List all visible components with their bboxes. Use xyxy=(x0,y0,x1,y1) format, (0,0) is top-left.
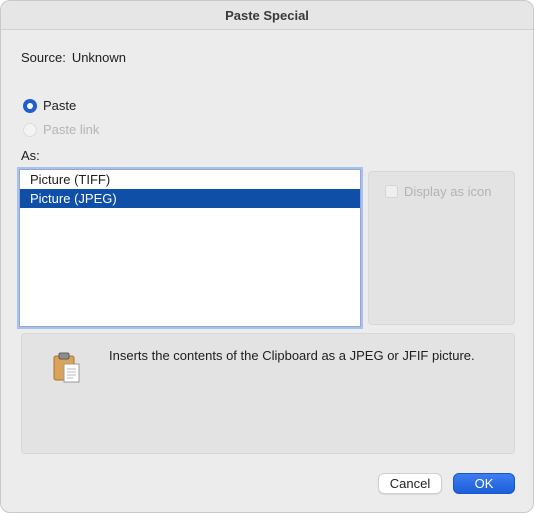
result-panel: Inserts the contents of the Clipboard as… xyxy=(21,333,515,454)
source-value: Unknown xyxy=(71,50,127,65)
display-as-icon-label: Display as icon xyxy=(404,184,492,199)
display-as-icon-option: Display as icon xyxy=(385,184,491,199)
as-label: As: xyxy=(21,148,40,163)
paste-special-dialog: Paste Special Source: Unknown Paste Paste… xyxy=(0,0,534,513)
display-as-icon-panel: Display as icon xyxy=(368,171,515,325)
result-description: Inserts the contents of the Clipboard as… xyxy=(109,348,475,363)
clipboard-picture-icon xyxy=(53,352,80,383)
list-item-picture-tiff[interactable]: Picture (TIFF) xyxy=(20,170,360,189)
paste-option[interactable]: Paste xyxy=(23,98,76,113)
paste-radio[interactable] xyxy=(23,98,37,113)
source-label: Source: xyxy=(21,50,66,65)
display-as-icon-checkbox xyxy=(385,185,398,198)
paste-link-option: Paste link xyxy=(23,122,99,137)
dialog-titlebar: Paste Special xyxy=(1,1,533,30)
dialog-title: Paste Special xyxy=(225,7,309,23)
list-item-picture-jpeg[interactable]: Picture (JPEG) xyxy=(20,189,360,208)
paste-label[interactable]: Paste xyxy=(43,98,76,113)
paste-link-radio xyxy=(23,122,37,137)
cancel-button[interactable]: Cancel xyxy=(378,473,442,494)
ok-button[interactable]: OK xyxy=(453,473,515,494)
as-format-list[interactable]: Picture (TIFF) Picture (JPEG) xyxy=(19,169,361,327)
paste-link-label: Paste link xyxy=(43,122,100,137)
source-line: Source: Unknown xyxy=(21,50,126,65)
